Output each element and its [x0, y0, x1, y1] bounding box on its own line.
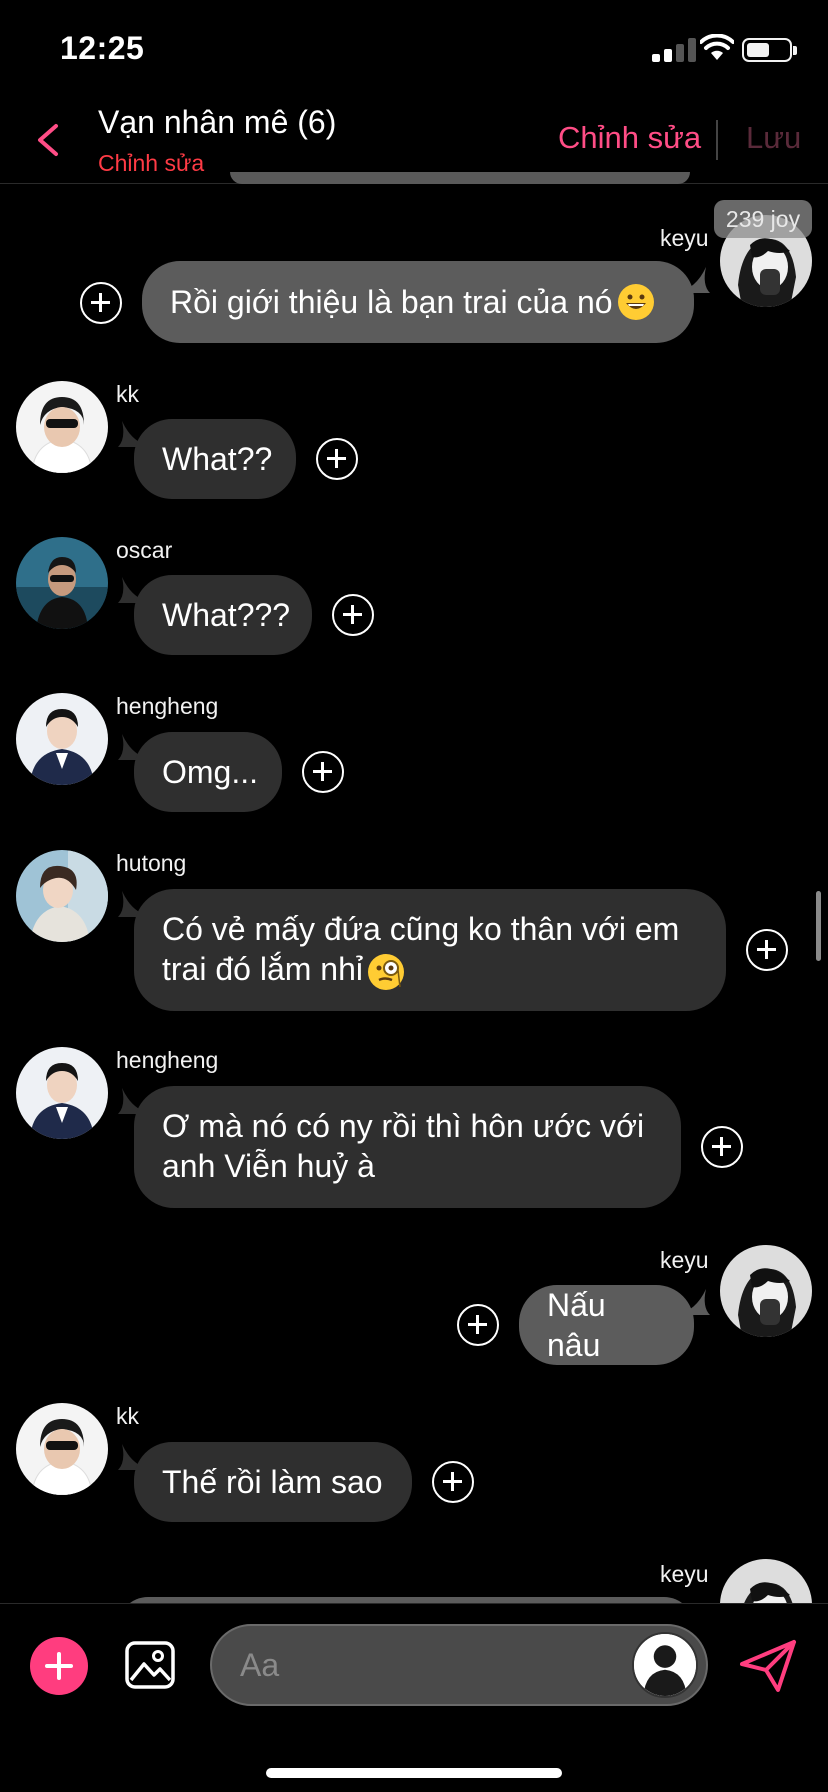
avatar-oscar[interactable] — [16, 537, 108, 629]
status-time: 12:25 — [60, 30, 145, 66]
battery-icon — [742, 38, 797, 62]
add-icon[interactable] — [30, 1637, 88, 1695]
plus-circle-icon[interactable] — [80, 282, 122, 324]
message-text: Nấu nâu — [547, 1287, 606, 1363]
scrollbar[interactable] — [816, 891, 821, 961]
back-chevron-icon[interactable] — [28, 118, 68, 162]
home-indicator — [266, 1768, 562, 1778]
plus-circle-icon[interactable] — [457, 1304, 499, 1346]
message-text: What??? — [162, 597, 291, 633]
message-bubble[interactable]: Có vẻ mấy đứa cũng ko thân với em trai đ… — [134, 889, 726, 1011]
sender-name: keyu — [660, 1247, 709, 1273]
persona-avatar[interactable] — [632, 1632, 698, 1698]
plus-circle-icon[interactable] — [316, 438, 358, 480]
message-text: Rồi giới thiệu là bạn trai của nó — [170, 284, 613, 320]
chat-title: Vạn nhân mê (6) — [98, 104, 337, 140]
edit-button[interactable]: Chỉnh sửa — [558, 120, 701, 156]
status-bar: 12:25 — [0, 0, 828, 100]
message-bubble[interactable]: Thế rồi làm sao — [134, 1442, 412, 1522]
message-text-line: trai đó lắm nhỉ — [162, 949, 698, 991]
message-text: Thế rồi làm sao — [162, 1464, 383, 1500]
joy-badge: 239 joy — [714, 200, 812, 238]
avatar-kk[interactable] — [16, 1403, 108, 1495]
sender-name: kk — [116, 381, 139, 407]
plus-circle-icon[interactable] — [701, 1126, 743, 1168]
plus-circle-icon[interactable] — [302, 751, 344, 793]
message-input-container[interactable] — [210, 1624, 708, 1706]
sender-name: keyu — [660, 1561, 709, 1587]
message-bubble[interactable]: Ơ mà nó có ny rồi thì hôn ước với anh Vi… — [134, 1086, 681, 1208]
sender-name: kk — [116, 1403, 139, 1429]
message-bubble[interactable]: Nấu nâu — [519, 1285, 694, 1365]
header-divider — [716, 120, 718, 160]
message-bubble[interactable]: Rồi giới thiệu là bạn trai của nó — [142, 261, 694, 343]
sender-name: hengheng — [116, 1047, 219, 1073]
message-composer — [0, 1603, 828, 1792]
avatar-keyu[interactable] — [720, 1245, 812, 1337]
grinning-face-icon — [617, 284, 654, 320]
plus-circle-icon[interactable] — [432, 1461, 474, 1503]
chat-subtitle[interactable]: Chỉnh sửa — [98, 150, 204, 177]
signal-icon — [652, 38, 700, 62]
sender-name: hengheng — [116, 693, 219, 719]
message-list[interactable]: keyu 239 joy Rồi giới thiệu là bạn trai … — [0, 185, 828, 1603]
avatar-hutong[interactable] — [16, 850, 108, 942]
avatar-keyu[interactable] — [720, 1559, 812, 1603]
message-bubble[interactable]: Omg... — [134, 732, 282, 812]
sender-name: keyu — [660, 225, 709, 251]
avatar-hengheng[interactable] — [16, 693, 108, 785]
message-bubble[interactable]: What??? — [134, 575, 312, 655]
message-text: Omg... — [162, 754, 259, 790]
message-text: What?? — [162, 441, 273, 477]
message-bubble[interactable]: What?? — [134, 419, 296, 499]
face-with-monocle-icon — [367, 953, 404, 990]
plus-circle-icon[interactable] — [746, 929, 788, 971]
message-text-line: Ơ mà nó có ny rồi thì hôn ước với — [162, 1108, 645, 1144]
sender-name: hutong — [116, 850, 187, 876]
message-input[interactable] — [240, 1642, 580, 1688]
message-text-line: Có vẻ mấy đứa cũng ko thân với em — [162, 911, 680, 947]
plus-circle-icon[interactable] — [332, 594, 374, 636]
avatar-hengheng[interactable] — [16, 1047, 108, 1139]
message-bubble-partial — [230, 172, 690, 184]
save-button[interactable]: Lưu — [746, 120, 801, 156]
sender-name: oscar — [116, 537, 173, 563]
wifi-icon — [700, 34, 734, 60]
user-silhouette-icon — [634, 1634, 696, 1696]
send-icon[interactable] — [738, 1638, 798, 1694]
image-gallery-icon[interactable] — [124, 1640, 176, 1690]
message-text-line: anh Viễn huỷ à — [162, 1148, 375, 1184]
avatar-kk[interactable] — [16, 381, 108, 473]
